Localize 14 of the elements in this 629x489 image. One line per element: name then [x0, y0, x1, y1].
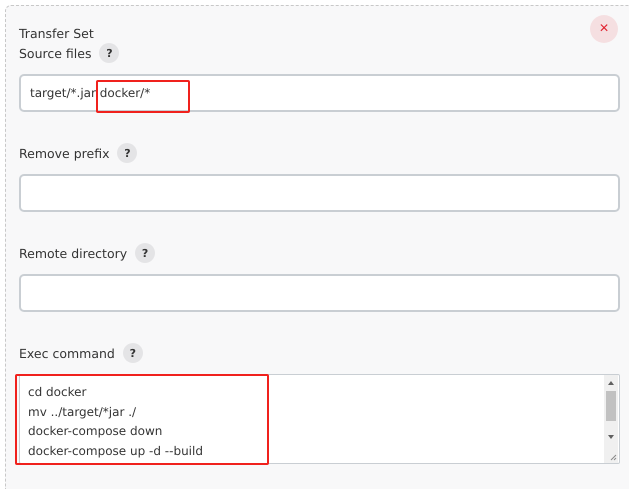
field-label: Exec command [19, 346, 115, 360]
help-icon[interactable]: ? [135, 243, 156, 263]
help-icon[interactable]: ? [99, 43, 120, 63]
help-icon[interactable]: ? [117, 143, 138, 163]
field-label: Source files [19, 46, 92, 60]
field-label: Remove prefix [19, 146, 110, 160]
input-field[interactable] [19, 174, 620, 212]
input-field[interactable]: target/*.jar docker/* [19, 74, 620, 112]
input-field[interactable]: cd docker mv ../target/*jar ./ docker-compose down docker-compose up -d --build [19, 374, 620, 464]
section-title: Transfer Set [19, 25, 94, 42]
input-field[interactable] [19, 274, 620, 312]
help-icon[interactable]: ? [122, 343, 143, 363]
close-button[interactable]: × [590, 15, 618, 43]
field-label: Remote directory [19, 246, 128, 260]
